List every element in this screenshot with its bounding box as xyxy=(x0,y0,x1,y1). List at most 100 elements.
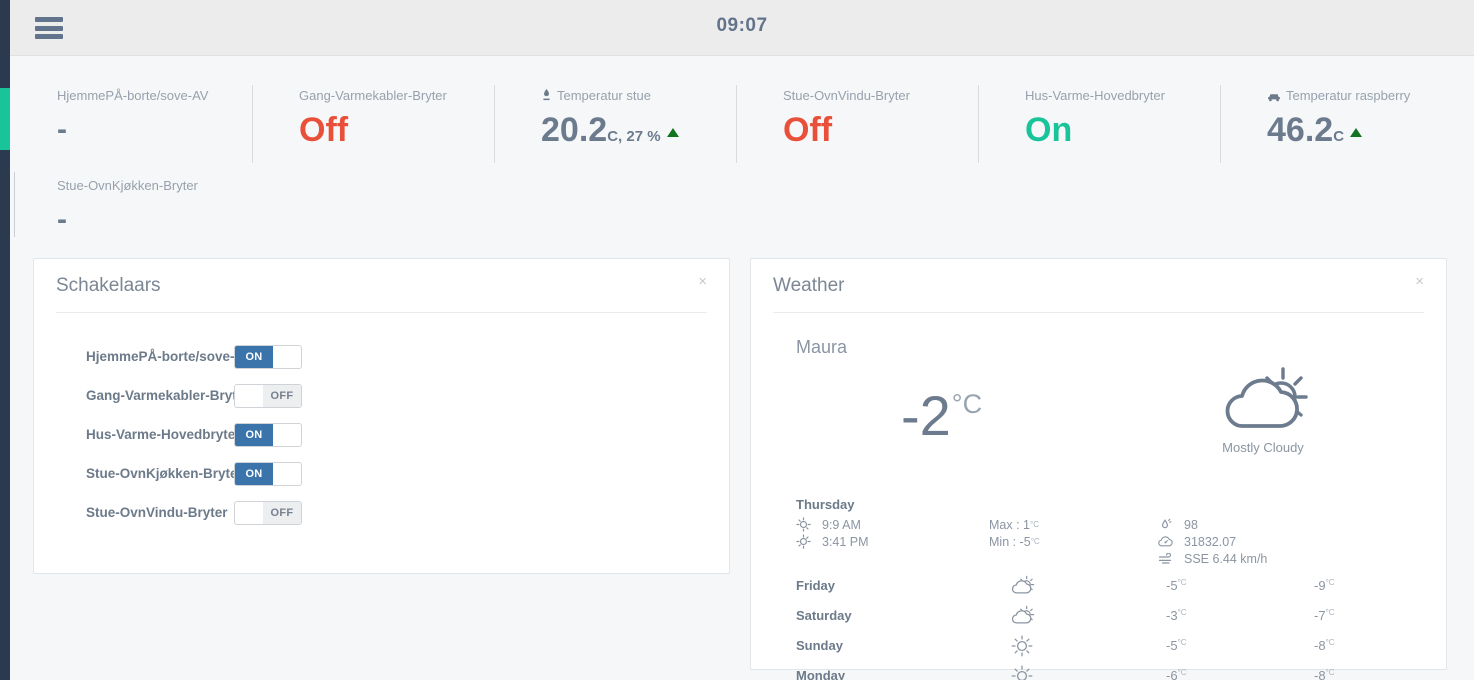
weather-panel: Weather × Maura -2°C Mostly Cloudy Thurs… xyxy=(750,258,1447,680)
forecast-low: -7°C xyxy=(1314,608,1335,623)
summary-tile[interactable]: Hus-Varme-Hovedbryter On xyxy=(978,87,1220,149)
forecast-day: Monday xyxy=(796,668,846,680)
summary-tile[interactable]: Stue-OvnKjøkken-Bryter - xyxy=(10,177,252,239)
summary-column: Temperatur raspberry 46.2C xyxy=(1220,57,1462,241)
trend-up-icon xyxy=(1350,128,1363,137)
forecast-high: -5°C xyxy=(1166,578,1187,593)
partly-cloudy-icon xyxy=(1011,575,1035,597)
forecast-day: Saturday xyxy=(796,608,852,623)
forecast-low-unit: °C xyxy=(1325,668,1335,677)
switch-label: Hus-Varme-Hovedbryter xyxy=(86,427,241,442)
weather-forecast: Friday -5°C -9°C Saturday -3°C -7°C Sund… xyxy=(773,575,1424,680)
tile-value: Off xyxy=(299,111,349,149)
sunrise-icon xyxy=(796,517,822,532)
close-icon[interactable]: × xyxy=(1415,274,1424,290)
forecast-low-unit: °C xyxy=(1325,638,1335,647)
switches-panel: Schakelaars × HjemmePÅ-borte/sove-AV ON … xyxy=(33,258,730,574)
sunrise-time: 9:9 AM xyxy=(822,517,861,532)
trend-up-icon xyxy=(666,128,679,137)
forecast-low: -8°C xyxy=(1314,668,1335,680)
forecast-row: Saturday -3°C -7°C xyxy=(796,605,1424,635)
forecast-high-value: -5 xyxy=(1166,578,1178,593)
forecast-row: Sunday -5°C -8°C xyxy=(796,635,1424,665)
forecast-high-unit: °C xyxy=(1177,578,1187,587)
summary-tile[interactable]: Stue-OvnVindu-Bryter Off xyxy=(736,87,978,149)
tile-value-number: 20.2 xyxy=(541,111,608,149)
humidity-row: 98 xyxy=(1158,516,1267,533)
partly-cloudy-icon xyxy=(1011,605,1035,627)
panel-header: Weather × xyxy=(773,259,1424,313)
forecast-high: -3°C xyxy=(1166,608,1187,623)
tile-label: Gang-Varmekabler-Bryter xyxy=(299,88,447,103)
weather-city: Maura xyxy=(796,337,848,357)
tile-label: Stue-OvnVindu-Bryter xyxy=(783,88,910,103)
humidity-value: 98 xyxy=(1184,517,1198,532)
summary-tile[interactable]: Gang-Varmekabler-Bryter Off xyxy=(252,87,494,149)
switch-label: Stue-OvnVindu-Bryter xyxy=(86,505,228,520)
toggle-state-label: OFF xyxy=(263,384,301,407)
toggle-switch[interactable]: ON xyxy=(234,461,302,486)
forecast-day: Sunday xyxy=(796,638,843,653)
tile-value-unit: C, 27 % xyxy=(607,128,661,145)
tile-value-number: 46.2 xyxy=(1267,111,1334,149)
toggle-state-label: ON xyxy=(235,345,273,368)
sunny-icon xyxy=(1011,665,1033,680)
current-condition: Mostly Cloudy xyxy=(1173,364,1353,455)
toggle-state-label: ON xyxy=(235,462,273,485)
today-max: Max : 1 °C xyxy=(989,516,1040,533)
forecast-high: -6°C xyxy=(1166,668,1187,680)
switch-label: HjemmePÅ-borte/sove-AV xyxy=(86,349,253,364)
current-temperature: -2°C xyxy=(901,374,982,446)
close-icon[interactable]: × xyxy=(698,274,707,290)
forecast-low-value: -9 xyxy=(1314,578,1326,593)
forecast-high-unit: °C xyxy=(1177,638,1187,647)
header-clock: 09:07 xyxy=(716,15,768,36)
weather-today: Thursday 9:9 AM 3:41 PM Max: 1 °C Min:… xyxy=(773,497,1424,569)
wind-row: SSE 6.44 km/h xyxy=(1158,550,1267,567)
forecast-low-unit: °C xyxy=(1325,578,1335,587)
tile-label-text: Temperatur stue xyxy=(557,88,651,103)
forecast-day: Friday xyxy=(796,578,836,593)
today-min-label: Min : -5 xyxy=(989,534,1031,549)
switch-row: Hus-Varme-Hovedbryter ON xyxy=(56,415,707,454)
panel-header: Schakelaars × xyxy=(56,259,707,313)
forecast-low: -9°C xyxy=(1314,578,1335,593)
summary-column: Temperatur stue 20.2C, 27 % xyxy=(494,57,736,241)
today-minmax: Max : 1 °C Min : -5 °C xyxy=(989,516,1040,550)
humidity-icon xyxy=(1158,518,1184,532)
forecast-row: Monday -6°C -8°C xyxy=(796,665,1424,680)
toggle-switch[interactable]: OFF xyxy=(234,383,302,408)
sunny-icon xyxy=(1011,635,1033,657)
tile-value: 46.2C xyxy=(1267,111,1462,156)
tile-label: Temperatur stue xyxy=(541,87,736,104)
sunset-row: 3:41 PM xyxy=(796,533,869,550)
toggle-state-label: OFF xyxy=(263,501,301,524)
today-max-label: Max : 1 xyxy=(989,517,1030,532)
forecast-high-value: -5 xyxy=(1166,638,1178,653)
switch-row: Stue-OvnVindu-Bryter OFF xyxy=(56,493,707,532)
toggle-switch[interactable]: ON xyxy=(234,344,302,369)
today-metrics: 98 31832.07 SSE 6.44 km/h xyxy=(1158,516,1267,567)
summary-tile[interactable]: Temperatur stue 20.2C, 27 % xyxy=(494,87,736,156)
mostly-cloudy-icon xyxy=(1173,364,1353,436)
summary-tile[interactable]: HjemmePÅ-borte/sove-AV - xyxy=(10,87,252,149)
chip-icon xyxy=(1267,91,1281,102)
switch-row: Stue-OvnKjøkken-Bryter ON xyxy=(56,454,707,493)
top-header: 09:07 xyxy=(10,0,1474,56)
sunset-icon xyxy=(796,534,822,549)
switch-label: Gang-Varmekabler-Bryter xyxy=(86,388,250,403)
wind-value: SSE 6.44 km/h xyxy=(1184,551,1268,566)
sunset-time: 3:41 PM xyxy=(822,534,869,549)
weather-current: -2°C Mostly Cloudy xyxy=(773,362,1424,497)
summary-tile[interactable]: Temperatur raspberry 46.2C xyxy=(1220,87,1462,156)
forecast-high: -5°C xyxy=(1166,638,1187,653)
tile-label: HjemmePÅ-borte/sove-AV xyxy=(57,88,209,103)
toggle-switch[interactable]: OFF xyxy=(234,500,302,525)
forecast-high-unit: °C xyxy=(1177,668,1187,677)
tile-value: On xyxy=(1025,111,1073,149)
today-min: Min : -5 °C xyxy=(989,533,1040,550)
toggle-switch[interactable]: ON xyxy=(234,422,302,447)
today-day-name: Thursday xyxy=(796,497,855,512)
switch-row: HjemmePÅ-borte/sove-AV ON xyxy=(56,337,707,376)
today-min-unit: °C xyxy=(1030,537,1040,546)
